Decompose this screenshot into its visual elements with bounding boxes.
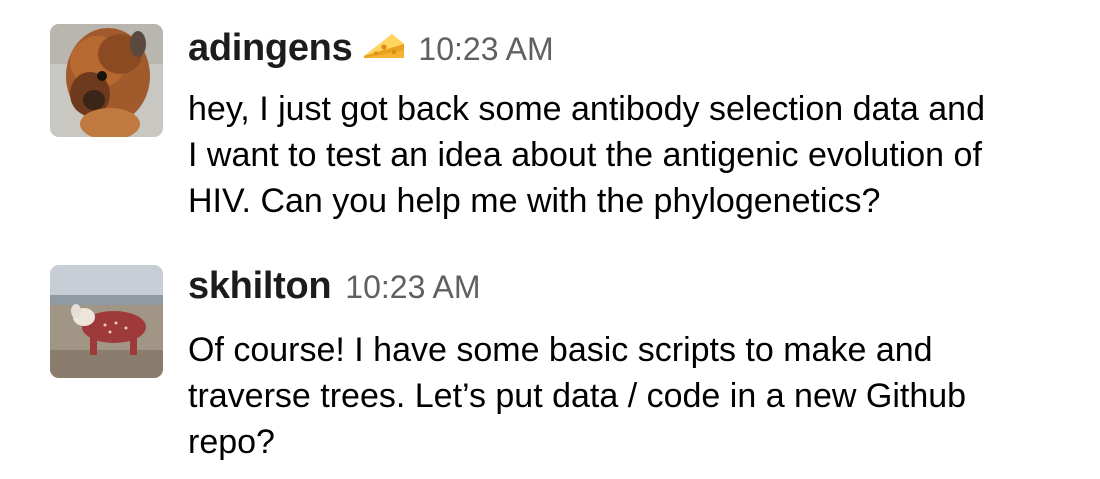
username-link[interactable]: adingens [188, 27, 353, 70]
avatar[interactable] [50, 265, 163, 378]
message-content: skhilton 10:23 AM Of course! I have some… [188, 265, 1088, 465]
message-content: adingens 10:23 AM hey, I just got back s… [188, 24, 1088, 224]
message-header: skhilton 10:23 AM [188, 265, 1088, 321]
timestamp[interactable]: 10:23 AM [345, 269, 480, 306]
timestamp[interactable]: 10:23 AM [418, 31, 553, 68]
pony-in-sweater-avatar-image [50, 265, 163, 378]
username-link[interactable]: skhilton [188, 265, 332, 308]
message-text: hey, I just got back some antibody selec… [188, 90, 985, 220]
alpaca-avatar-image [50, 24, 163, 137]
avatar[interactable] [50, 24, 163, 137]
message-header: adingens 10:23 AM [188, 24, 1088, 80]
message-text: Of course! I have some basic scripts to … [188, 331, 967, 461]
cheese-icon[interactable] [362, 28, 406, 64]
